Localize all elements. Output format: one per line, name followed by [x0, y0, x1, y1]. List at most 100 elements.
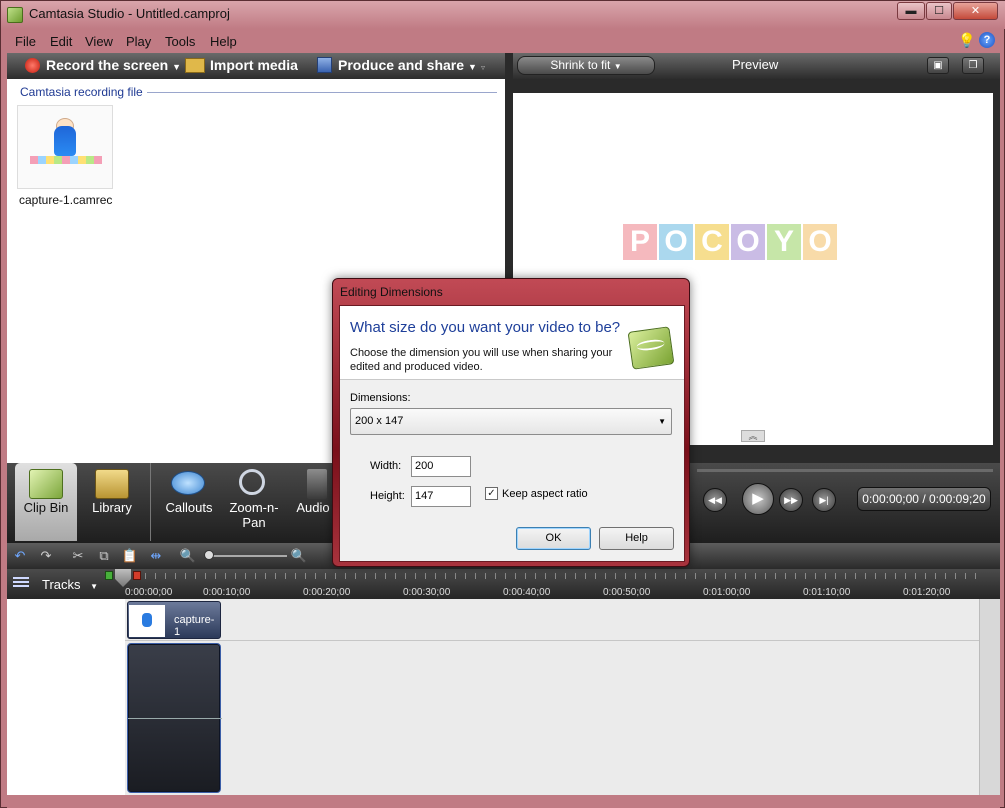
menu-bar: File Edit View Play Tools Help 💡 ? [7, 30, 1000, 52]
redo-icon[interactable]: ↷ [37, 547, 55, 565]
window-title: Camtasia Studio - Untitled.camproj [29, 6, 230, 21]
help-button[interactable]: Help [599, 527, 674, 550]
width-label: Width: [370, 460, 402, 472]
dialog-body: What size do you want your video to be? … [339, 305, 685, 562]
dialog-header: What size do you want your video to be? … [340, 306, 684, 380]
audio-clip[interactable] [127, 643, 222, 793]
main-toolbar: Record the screen ▼ Import media Produce … [7, 53, 505, 79]
tab-callouts[interactable]: Callouts [157, 463, 221, 541]
logo-letter: O [659, 224, 693, 260]
record-screen-button[interactable]: Record the screen ▼ [25, 57, 181, 73]
zoom-select[interactable]: Shrink to fit ▼ [517, 56, 655, 75]
dimensions-label: Dimensions: [350, 392, 411, 404]
ruler-label: 0:00:20;00 [303, 587, 351, 598]
skip-end-icon[interactable]: ▶| [812, 488, 836, 512]
in-marker[interactable] [105, 571, 113, 580]
produce-share-button[interactable]: Produce and share ▼ ▿ [317, 57, 485, 73]
tracks-header: Tracks ▼ 0:00:00;00 0:00:10;00 0:00:20;0… [7, 569, 1000, 599]
dimensions-select[interactable]: 200 x 147 ▼ [350, 408, 672, 435]
ruler-label: 0:01:00;00 [703, 587, 751, 598]
ruler-ticks [125, 573, 980, 579]
fast-forward-icon[interactable]: ▶▶ [779, 488, 803, 512]
timeline-vertical-scrollbar[interactable] [979, 599, 1000, 795]
film-icon [317, 57, 332, 73]
overflow-chevron-icon[interactable]: ▿ [481, 63, 485, 72]
detach-preview-icon[interactable]: ❐ [962, 57, 984, 74]
tab-clip-bin[interactable]: Clip Bin [15, 463, 77, 541]
ok-button[interactable]: OK [516, 527, 591, 550]
height-label: Height: [370, 490, 405, 502]
clip-label: capture-1.camrec [19, 193, 113, 207]
ruler-label: 0:01:20;00 [903, 587, 951, 598]
track-divider [125, 640, 979, 641]
clip-name: capture-1 [174, 614, 215, 638]
record-icon [25, 58, 40, 73]
app-window: Camtasia Studio - Untitled.camproj ▬ ☐ ✕… [0, 0, 1005, 808]
keep-aspect-label[interactable]: Keep aspect ratio [502, 488, 588, 500]
crop-icon[interactable]: ▣ [927, 57, 949, 74]
height-input[interactable]: 147 [411, 486, 471, 507]
ruler-label: 0:00:30;00 [403, 587, 451, 598]
maximize-button[interactable]: ☐ [926, 2, 952, 20]
logo-letter: O [803, 224, 837, 260]
zoom-in-icon[interactable]: 🔍 [290, 547, 308, 565]
help-icon[interactable]: ? [979, 32, 995, 48]
speech-bubble-icon [171, 471, 205, 495]
camtasia-app-icon [7, 7, 23, 23]
menu-edit[interactable]: Edit [50, 34, 72, 49]
pocoyo-logo: POCOYO [623, 224, 839, 260]
window-bottom-border [7, 795, 1000, 808]
zoom-out-icon[interactable]: 🔍 [179, 547, 197, 565]
split-icon[interactable]: ⇹ [147, 547, 165, 565]
play-button[interactable]: ▶ [742, 483, 774, 515]
playback-controls: ◀◀ ▶ ▶▶ ▶| 0:00:00;00 / 0:00:09;20 [697, 463, 1000, 541]
zoom-slider[interactable] [207, 555, 287, 557]
track-names-panel [7, 599, 125, 795]
playhead[interactable] [105, 569, 145, 589]
clip-thumbnail [129, 605, 165, 637]
time-ruler[interactable]: 0:00:00;00 0:00:10;00 0:00:20;00 0:00:30… [125, 569, 980, 599]
tracks-label[interactable]: Tracks ▼ [42, 577, 98, 592]
dropdown-arrow-icon: ▼ [658, 417, 666, 426]
dialog-title: Editing Dimensions [340, 285, 443, 299]
cut-icon[interactable]: ✂ [69, 547, 87, 565]
library-folder-icon [95, 469, 129, 499]
clip-bin-icon [29, 469, 63, 499]
dropdown-arrow-icon: ▼ [90, 582, 99, 591]
close-button[interactable]: ✕ [953, 2, 998, 20]
menu-tools[interactable]: Tools [165, 34, 195, 49]
expand-up-icon[interactable]: ︽ [741, 430, 765, 442]
video-clip[interactable]: capture-1 [127, 601, 221, 639]
menu-file[interactable]: File [15, 34, 36, 49]
clip-bin-section-title: Camtasia recording file [20, 85, 143, 99]
tab-zoom-n-pan[interactable]: Zoom-n-Pan [223, 463, 285, 541]
rewind-icon[interactable]: ◀◀ [703, 488, 727, 512]
menu-help[interactable]: Help [210, 34, 237, 49]
logo-letter: C [695, 224, 729, 260]
keep-aspect-checkbox[interactable]: ✓ [485, 487, 498, 500]
clip-thumbnail[interactable] [17, 105, 113, 189]
width-input[interactable]: 200 [411, 456, 471, 477]
undo-icon[interactable]: ↶ [11, 547, 29, 565]
zoom-slider-handle[interactable] [204, 550, 214, 560]
minimize-button[interactable]: ▬ [897, 2, 925, 20]
lightbulb-icon[interactable]: 💡 [958, 32, 975, 48]
seek-bar[interactable] [697, 469, 993, 472]
paste-icon[interactable]: 📋 [121, 547, 139, 565]
tab-audio[interactable]: Audio [293, 463, 333, 541]
menu-play[interactable]: Play [126, 34, 151, 49]
tracks-icon [13, 577, 29, 589]
out-marker[interactable] [133, 571, 141, 580]
tab-divider [150, 463, 151, 541]
import-media-button[interactable]: Import media [185, 57, 298, 73]
menu-view[interactable]: View [85, 34, 113, 49]
character-body [54, 126, 76, 156]
preview-label: Preview [732, 57, 779, 72]
dropdown-arrow-icon: ▼ [613, 62, 622, 71]
copy-icon[interactable]: ⧉ [95, 547, 113, 565]
tab-library[interactable]: Library [81, 463, 143, 541]
waveform-line [128, 718, 222, 719]
playhead-handle[interactable] [115, 569, 131, 587]
dialog-question: What size do you want your video to be? [350, 319, 621, 336]
dropdown-arrow-icon: ▼ [172, 62, 182, 72]
